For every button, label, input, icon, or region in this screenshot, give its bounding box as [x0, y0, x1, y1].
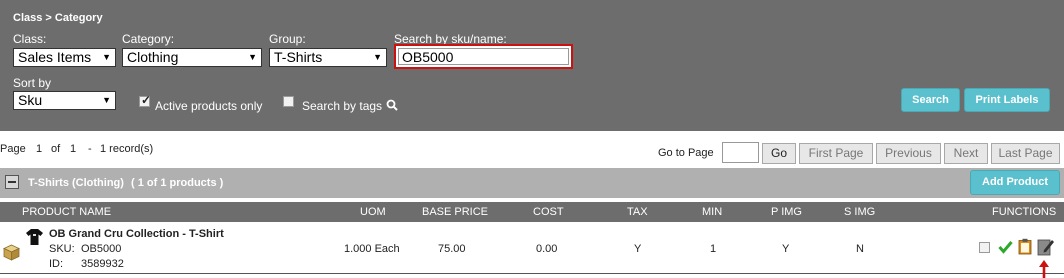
page-word: Page	[0, 143, 26, 155]
page-total: 1	[70, 143, 77, 155]
header-min[interactable]: MIN	[702, 206, 722, 218]
sku-value: OB5000	[81, 243, 122, 255]
class-select[interactable]: Sales Items ▼	[13, 48, 116, 67]
header-uom[interactable]: UOM	[360, 206, 386, 218]
table-header: PRODUCT NAME UOM BASE PRICE COST TAX MIN…	[0, 202, 1064, 222]
search-tags-label: Search by tags	[302, 99, 383, 113]
add-product-button[interactable]: Add Product	[970, 170, 1060, 195]
base-price-cell: 75.00	[438, 243, 466, 255]
checkmark-icon: ✓	[141, 93, 152, 107]
minus-icon	[8, 181, 16, 183]
search-input[interactable]	[398, 48, 569, 65]
page-of-word: of	[51, 143, 61, 155]
first-page-button[interactable]: First Page	[799, 143, 873, 164]
category-select[interactable]: Clothing ▼	[122, 48, 262, 67]
header-functions: FUNCTIONS	[992, 206, 1057, 218]
group-title: T-Shirts (Clothing) ( 1 of 1 products )	[28, 177, 223, 189]
cost-cell: 0.00	[536, 243, 558, 255]
goto-page-label: Go to Page	[658, 147, 714, 159]
active-only-label: Active products only	[155, 99, 263, 113]
sort-label: Sort by	[13, 76, 52, 90]
search-tags-checkbox[interactable]	[283, 96, 294, 107]
sort-select-value: Sku	[18, 92, 43, 108]
header-cost[interactable]: COST	[533, 206, 564, 218]
category-select-value: Clothing	[127, 49, 179, 65]
sku-label: SKU:	[49, 243, 75, 255]
go-button[interactable]: Go	[762, 143, 796, 164]
magnifier-icon	[386, 99, 398, 111]
class-select-value: Sales Items	[18, 49, 92, 65]
tshirt-icon	[26, 229, 43, 245]
id-label: ID:	[49, 258, 64, 270]
box-icon	[3, 244, 20, 261]
pager-dash: -	[88, 143, 92, 155]
header-base-price[interactable]: BASE PRICE	[422, 206, 488, 218]
product-name[interactable]: OB Grand Cru Collection - T-Shirt	[49, 228, 224, 240]
group-product-count: ( 1 of 1 products )	[131, 177, 224, 189]
id-value: 3589932	[81, 258, 124, 270]
group-select-value: T-Shirts	[274, 49, 323, 65]
active-only-checkbox[interactable]: ✓	[139, 93, 152, 107]
next-button[interactable]: Next	[944, 143, 988, 164]
table-row: OB Grand Cru Collection - T-Shirt SKU: O…	[0, 224, 1064, 274]
header-p-img[interactable]: P IMG	[771, 206, 802, 218]
header-s-img[interactable]: S IMG	[844, 206, 875, 218]
last-page-button[interactable]: Last Page	[991, 143, 1060, 164]
header-tax[interactable]: TAX	[627, 206, 648, 218]
group-bar: T-Shirts (Clothing) ( 1 of 1 products ) …	[0, 168, 1064, 198]
group-name: T-Shirts (Clothing)	[28, 177, 124, 189]
collapse-group-button[interactable]	[5, 175, 19, 189]
s-img-cell: N	[856, 243, 864, 255]
filter-panel: Class > Category Class: Sales Items ▼ Ca…	[0, 0, 1064, 131]
class-label: Class:	[13, 32, 47, 46]
header-product-name[interactable]: PRODUCT NAME	[22, 206, 111, 218]
category-label: Category:	[122, 32, 175, 46]
dropdown-arrow-icon: ▼	[373, 52, 382, 62]
dropdown-arrow-icon: ▼	[102, 52, 111, 62]
edit-icon[interactable]	[1037, 237, 1055, 256]
sort-select[interactable]: Sku ▼	[13, 91, 116, 110]
clipboard-icon[interactable]	[1018, 238, 1032, 255]
uom-cell: 1.000 Each	[344, 243, 400, 255]
dropdown-arrow-icon: ▼	[102, 95, 111, 105]
print-labels-button[interactable]: Print Labels	[964, 88, 1050, 112]
min-cell: 1	[710, 243, 717, 255]
goto-page-input[interactable]	[722, 142, 759, 163]
dropdown-arrow-icon: ▼	[248, 52, 257, 62]
row-select-checkbox[interactable]	[979, 242, 990, 253]
annotation-arrow-icon	[1039, 260, 1049, 278]
search-button[interactable]: Search	[901, 88, 960, 112]
page-current: 1	[36, 143, 43, 155]
group-select[interactable]: T-Shirts ▼	[269, 48, 387, 67]
group-label: Group:	[269, 32, 306, 46]
previous-button[interactable]: Previous	[876, 143, 941, 164]
p-img-cell: Y	[782, 243, 790, 255]
record-count: 1 record(s)	[100, 143, 154, 155]
breadcrumb: Class > Category	[13, 12, 103, 24]
search-highlight-box	[394, 44, 573, 69]
tax-cell: Y	[634, 243, 642, 255]
checkmark-icon[interactable]	[998, 240, 1013, 254]
